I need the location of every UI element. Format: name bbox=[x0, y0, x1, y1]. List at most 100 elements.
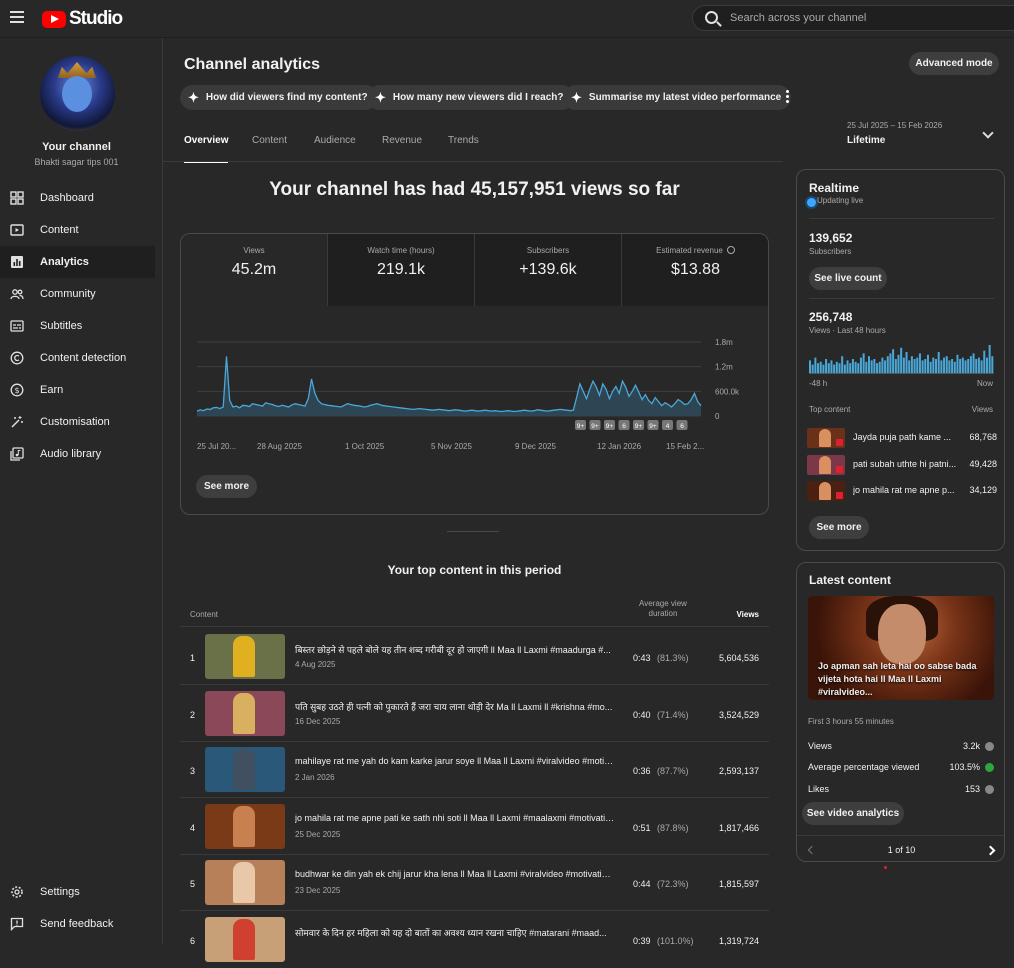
header-views: Views bbox=[736, 610, 759, 619]
video-title[interactable]: jo mahila rat me apne pati ke sath nhi s… bbox=[295, 813, 615, 823]
video-thumbnail bbox=[807, 455, 845, 475]
realtime-bar-chart[interactable] bbox=[809, 345, 994, 373]
realtime-subscribers-label: Subscribers bbox=[809, 247, 852, 256]
studio-logo[interactable]: Studio bbox=[42, 8, 123, 30]
search-icon[interactable] bbox=[705, 11, 718, 24]
channel-handle: Bhakti sagar tips 001 bbox=[34, 157, 119, 167]
video-thumbnail[interactable] bbox=[205, 916, 285, 962]
realtime-top-item[interactable]: pati subah uthte hi patni... 49,428 bbox=[807, 453, 997, 477]
table-row[interactable]: 2 पति सुबह उठते ही पत्नी को पुकारते हैं ज… bbox=[180, 686, 769, 742]
sidebar-item-label: Content bbox=[40, 224, 79, 236]
table-row[interactable]: 4 jo mahila rat me apne pati ke sath nhi … bbox=[180, 799, 769, 855]
metric-subscribers[interactable]: Subscribers +139.6k bbox=[475, 234, 622, 306]
realtime-card: Realtime Updating live 139,652 Subscribe… bbox=[796, 169, 1005, 551]
latest-video-thumbnail[interactable]: Jo apman sah leta hai oo sabse bada vije… bbox=[808, 596, 994, 700]
axis-end-label: Now bbox=[976, 379, 993, 388]
see-more-button[interactable]: See more bbox=[196, 475, 257, 498]
sparkle-icon: ✦ bbox=[188, 89, 199, 105]
sidebar-item-label: Dashboard bbox=[40, 192, 94, 204]
chip-summarise[interactable]: ✦ Summarise my latest video performance bbox=[563, 85, 792, 110]
video-views: 5,604,536 bbox=[718, 653, 759, 663]
search-box[interactable]: Search across your channel bbox=[692, 5, 1014, 31]
more-options-icon[interactable] bbox=[786, 90, 790, 103]
table-row[interactable]: 6 सोमवार के दिन हर महिला को यह दो बातों क… bbox=[180, 912, 769, 968]
sidebar-item-community[interactable]: Community bbox=[0, 278, 155, 310]
sidebar-item-analytics[interactable]: Analytics bbox=[0, 246, 155, 278]
sidebar-item-audio-library[interactable]: Audio library bbox=[0, 438, 155, 470]
realtime-bar bbox=[985, 357, 988, 373]
sidebar-item-customisation[interactable]: Customisation bbox=[0, 406, 155, 438]
section-divider bbox=[447, 531, 499, 532]
views-chart[interactable]: 1.8m 1.2m 600.0k 0 9+ 9+ 9+ 6 9+ 9+ 4 6 25 Jul 20...… bbox=[181, 306, 769, 456]
chevron-down-icon[interactable] bbox=[982, 127, 994, 139]
video-title[interactable]: बिस्तर छोड़ने से पहले बोले यह तीन शब्द ग… bbox=[295, 643, 615, 656]
axis-start-label: -48 h bbox=[809, 379, 828, 388]
advanced-mode-button[interactable]: Advanced mode bbox=[909, 52, 999, 75]
tab-trends[interactable]: Trends bbox=[448, 135, 479, 157]
realtime-top-item[interactable]: jo mahila rat me apne p... 34,129 bbox=[807, 479, 997, 503]
sidebar-item-subtitles[interactable]: Subtitles bbox=[0, 310, 155, 342]
y-tick-label: 1.8m bbox=[715, 338, 733, 347]
chip-viewers-find[interactable]: ✦ How did viewers find my content? bbox=[180, 85, 378, 110]
realtime-bar bbox=[809, 360, 812, 373]
sidebar-item-content[interactable]: Content bbox=[0, 214, 155, 246]
latest-content-card: Latest content Jo apman sah leta hai oo … bbox=[796, 562, 1005, 862]
realtime-bar bbox=[814, 357, 817, 373]
realtime-bar bbox=[897, 354, 900, 373]
realtime-bar bbox=[983, 350, 986, 373]
sidebar-item-settings[interactable]: Settings bbox=[0, 876, 155, 908]
see-video-analytics-button[interactable]: See video analytics bbox=[802, 802, 904, 825]
chip-new-viewers[interactable]: ✦ How many new viewers did I reach? bbox=[367, 85, 574, 110]
tab-revenue[interactable]: Revenue bbox=[382, 135, 422, 157]
x-tick-label: 15 Feb 2... bbox=[666, 442, 704, 451]
chevron-left-icon[interactable] bbox=[807, 845, 817, 855]
chip-label: How many new viewers did I reach? bbox=[392, 92, 564, 103]
latest-pager: 1 of 10 bbox=[797, 835, 1004, 861]
realtime-bar bbox=[862, 353, 865, 373]
tab-content[interactable]: Content bbox=[252, 135, 287, 157]
views-label: Views bbox=[971, 405, 993, 414]
see-live-count-button[interactable]: See live count bbox=[809, 267, 887, 290]
chevron-right-icon[interactable] bbox=[985, 845, 996, 856]
menu-icon[interactable] bbox=[10, 11, 24, 23]
chart-marker-label: 9+ bbox=[649, 423, 657, 430]
sidebar-item-send-feedback[interactable]: Send feedback bbox=[0, 908, 155, 940]
video-thumbnail[interactable] bbox=[205, 690, 285, 736]
realtime-bar bbox=[900, 347, 903, 373]
table-row[interactable]: 3 mahilaye rat me yah do kam karke jarur … bbox=[180, 742, 769, 798]
x-tick-label: 25 Jul 20... bbox=[197, 442, 236, 451]
video-thumbnail[interactable] bbox=[205, 747, 285, 792]
carousel-dot bbox=[884, 866, 887, 869]
video-thumbnail[interactable] bbox=[205, 634, 285, 679]
svg-text:$: $ bbox=[14, 386, 19, 395]
realtime-bar bbox=[881, 357, 884, 373]
metric-revenue[interactable]: Estimated revenue $13.88 bbox=[622, 234, 768, 306]
realtime-bar bbox=[956, 354, 959, 373]
realtime-top-item[interactable]: Jayda puja path kame ... 68,768 bbox=[807, 426, 997, 450]
metric-views[interactable]: Views 45.2m bbox=[181, 234, 328, 306]
stat-value: 3.2k bbox=[962, 741, 980, 751]
metric-watch-time[interactable]: Watch time (hours) 219.1k bbox=[328, 234, 475, 306]
video-thumbnail[interactable] bbox=[205, 860, 285, 905]
video-title[interactable]: पति सुबह उठते ही पत्नी को पुकारते हैं जर… bbox=[295, 700, 615, 713]
date-range-picker[interactable]: 25 Jul 2025 – 15 Feb 2026 Lifetime bbox=[847, 121, 942, 146]
tab-audience[interactable]: Audience bbox=[314, 135, 356, 157]
realtime-bar bbox=[878, 361, 881, 373]
video-title[interactable]: budhwar ke din yah ek chij jarur kha len… bbox=[295, 869, 615, 879]
realtime-bar bbox=[959, 359, 962, 373]
stat-value: 153 bbox=[964, 784, 980, 794]
sidebar-item-content-detection[interactable]: Content detection bbox=[0, 342, 155, 374]
sidebar-item-earn[interactable]: $ Earn bbox=[0, 374, 155, 406]
realtime-see-more-button[interactable]: See more bbox=[809, 516, 869, 539]
video-title[interactable]: सोमवार के दिन हर महिला को यह दो बातों का… bbox=[295, 926, 615, 939]
realtime-bar bbox=[945, 356, 948, 373]
tab-overview[interactable]: Overview bbox=[184, 135, 229, 163]
metric-value: +139.6k bbox=[519, 261, 577, 278]
search-input[interactable]: Search across your channel bbox=[730, 12, 866, 24]
video-title[interactable]: mahilaye rat me yah do kam karke jarur s… bbox=[295, 756, 615, 766]
channel-avatar[interactable] bbox=[40, 56, 115, 131]
video-thumbnail[interactable] bbox=[205, 803, 285, 849]
sidebar-item-dashboard[interactable]: Dashboard bbox=[0, 182, 155, 214]
table-row[interactable]: 5 budhwar ke din yah ek chij jarur kha le… bbox=[180, 855, 769, 911]
table-row[interactable]: 1 बिस्तर छोड़ने से पहले बोले यह तीन शब्द … bbox=[180, 629, 769, 685]
